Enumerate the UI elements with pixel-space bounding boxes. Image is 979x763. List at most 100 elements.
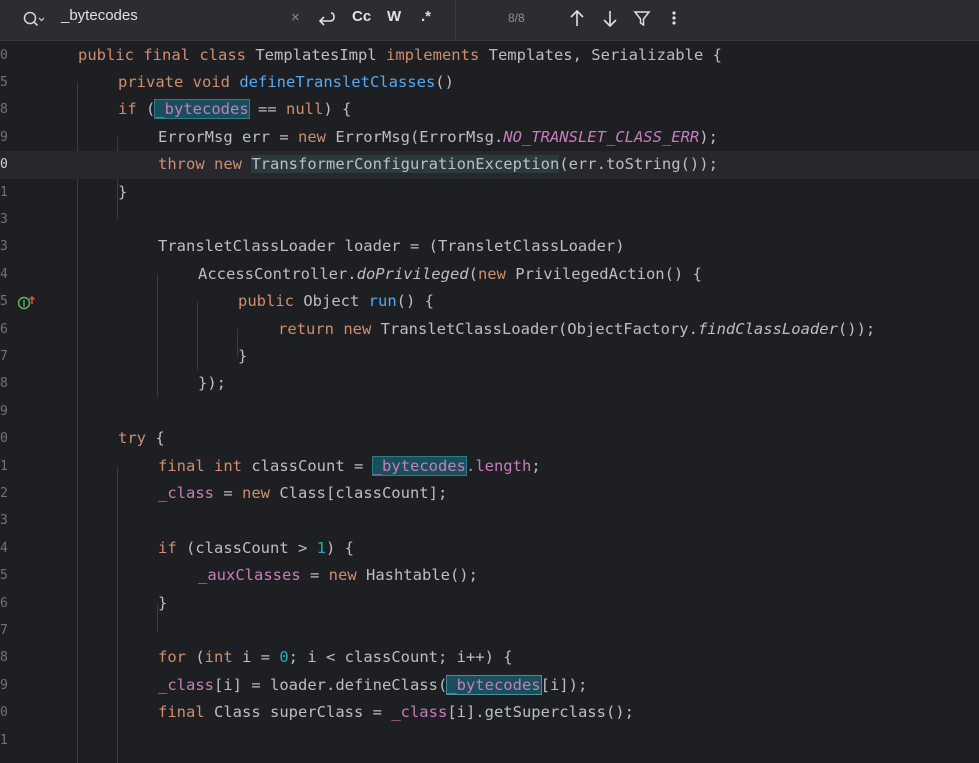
search-input[interactable]: _bytecodes (61, 7, 138, 24)
code-line[interactable]: 5 private void defineTransletClasses() (0, 69, 979, 97)
code-line[interactable]: 9 ErrorMsg err = new ErrorMsg(ErrorMsg.NO… (0, 124, 979, 152)
clear-icon[interactable]: × (291, 9, 300, 26)
code-token: = (300, 566, 329, 585)
code-token: new (477, 264, 516, 283)
code-token: TransletClassLoader loader = (TransletCl… (158, 237, 625, 256)
code-token: Class superClass = (214, 703, 392, 722)
code-token: == (248, 100, 286, 119)
code-line[interactable]: 4 AccessController.doPrivileged(new Privi… (0, 261, 979, 289)
line-number: 6 (0, 595, 8, 611)
code-token: new (242, 483, 280, 502)
code-text: final Class superClass = _class[i].getSu… (158, 699, 634, 727)
search-icon[interactable] (22, 10, 44, 30)
code-token: ) { (326, 538, 354, 557)
code-line[interactable]: 0 final Class superClass = _class[i].getS… (0, 699, 979, 727)
code-line[interactable]: 8 if (_bytecodes == null) { (0, 96, 979, 124)
line-number: 5 (0, 294, 8, 310)
code-token: _class (391, 703, 448, 722)
code-text: public final class TemplatesImpl impleme… (78, 42, 722, 70)
code-token: = (214, 483, 242, 502)
code-text: _class = new Class[classCount]; (158, 480, 447, 508)
line-number: 0 (0, 431, 8, 447)
code-token: Hashtable(); (365, 566, 478, 585)
code-line[interactable]: 8 for (int i = 0; i < classCount; i++) { (0, 644, 979, 672)
arrow-up-icon[interactable] (567, 6, 587, 30)
line-number: 8 (0, 102, 8, 118)
code-text: } (118, 179, 127, 207)
code-token: } (238, 346, 248, 365)
code-token: { (155, 429, 165, 448)
code-token: null (286, 100, 324, 119)
code-line[interactable]: 1 final int classCount = _bytecodes.lengt… (0, 453, 979, 481)
code-line[interactable]: 9 _class[i] = loader.defineClass(_bytecod… (0, 672, 979, 700)
code-editor[interactable]: 0 public final class TemplatesImpl implem… (0, 41, 979, 763)
line-number: 4 (0, 540, 8, 556)
code-line[interactable]: 7 (0, 617, 979, 645)
code-token: public (238, 292, 304, 311)
code-text: } (238, 343, 247, 371)
code-line[interactable]: 5 public Object run() { (0, 288, 979, 316)
code-line[interactable]: 8}); (0, 370, 979, 398)
code-token: Object (303, 292, 369, 311)
code-token: ErrorMsg err = (158, 127, 298, 146)
implements-method-icon[interactable]: I (18, 294, 36, 310)
line-number: 6 (0, 321, 8, 337)
code-token: ErrorMsg(ErrorMsg. (335, 127, 504, 146)
line-number: 9 (0, 677, 8, 693)
code-line[interactable]: 7} (0, 343, 979, 371)
code-token: final (158, 456, 214, 475)
code-line[interactable]: 6} (0, 590, 979, 618)
line-number: 5 (0, 74, 8, 90)
line-number: 5 (0, 568, 8, 584)
code-text: if (classCount > 1) { (158, 535, 354, 563)
code-token: ( (146, 100, 156, 119)
code-line[interactable]: 9 (0, 398, 979, 426)
code-line[interactable]: 0 throw new TransformerConfigurationExcep… (0, 151, 979, 179)
code-token: NO_TRANSLET_CLASS_ERR (503, 127, 700, 146)
arrow-down-icon[interactable] (600, 6, 620, 30)
line-number: 8 (0, 650, 8, 666)
code-token: _bytecodes (154, 99, 250, 120)
code-token: classCount = (251, 456, 373, 475)
code-text: final int classCount = _bytecodes.length… (158, 453, 541, 481)
code-line[interactable]: 1 (0, 727, 979, 755)
code-token: Templates, Serializable { (488, 45, 722, 64)
code-token: () (435, 72, 454, 91)
filter-icon[interactable] (632, 6, 652, 30)
line-number: 0 (0, 157, 8, 173)
code-text: if (_bytecodes == null) { (118, 96, 351, 124)
code-token: new (297, 127, 336, 146)
code-line[interactable]: 2 _class = new Class[classCount]; (0, 480, 979, 508)
code-line[interactable]: 1} (0, 179, 979, 207)
line-number: 8 (0, 376, 8, 392)
code-token: new (328, 566, 366, 585)
code-line[interactable]: 4 if (classCount > 1) { (0, 535, 979, 563)
line-number: 0 (0, 705, 8, 721)
code-line[interactable]: 0 public final class TemplatesImpl implem… (0, 42, 979, 70)
code-token: ; i < classCount; i++) { (288, 648, 513, 667)
code-token: return (278, 319, 344, 338)
code-line[interactable]: 3 TransletClassLoader loader = (TransletC… (0, 233, 979, 261)
line-number: 2 (0, 485, 8, 501)
code-token: _auxClasses (198, 566, 301, 585)
match-case-toggle[interactable]: Cc (352, 8, 371, 25)
divider (455, 0, 456, 40)
code-token: public (78, 45, 144, 64)
code-line[interactable]: 6 return new TransletClassLoader(ObjectFa… (0, 316, 979, 344)
wrap-icon[interactable] (316, 9, 336, 29)
code-line[interactable]: 3 (0, 206, 979, 234)
code-token: [i].getSuperclass(); (447, 703, 634, 722)
code-line[interactable]: 0 try { (0, 425, 979, 453)
code-text: _class[i] = loader.defineClass(_bytecode… (158, 672, 587, 700)
whole-word-toggle[interactable]: W (387, 8, 401, 25)
code-line[interactable]: 3 (0, 507, 979, 535)
code-text: AccessController.doPrivileged(new Privil… (198, 261, 702, 289)
find-bar: _bytecodes × Cc W .* 8/8 (0, 0, 979, 41)
code-line[interactable]: 5 _auxClasses = new Hashtable(); (0, 562, 979, 590)
code-token: if (118, 100, 146, 119)
code-token: ; (531, 456, 541, 475)
code-text: public Object run() { (238, 288, 434, 316)
code-token: doPrivileged (356, 264, 469, 283)
more-icon[interactable] (664, 6, 684, 30)
regex-toggle[interactable]: .* (421, 8, 431, 25)
